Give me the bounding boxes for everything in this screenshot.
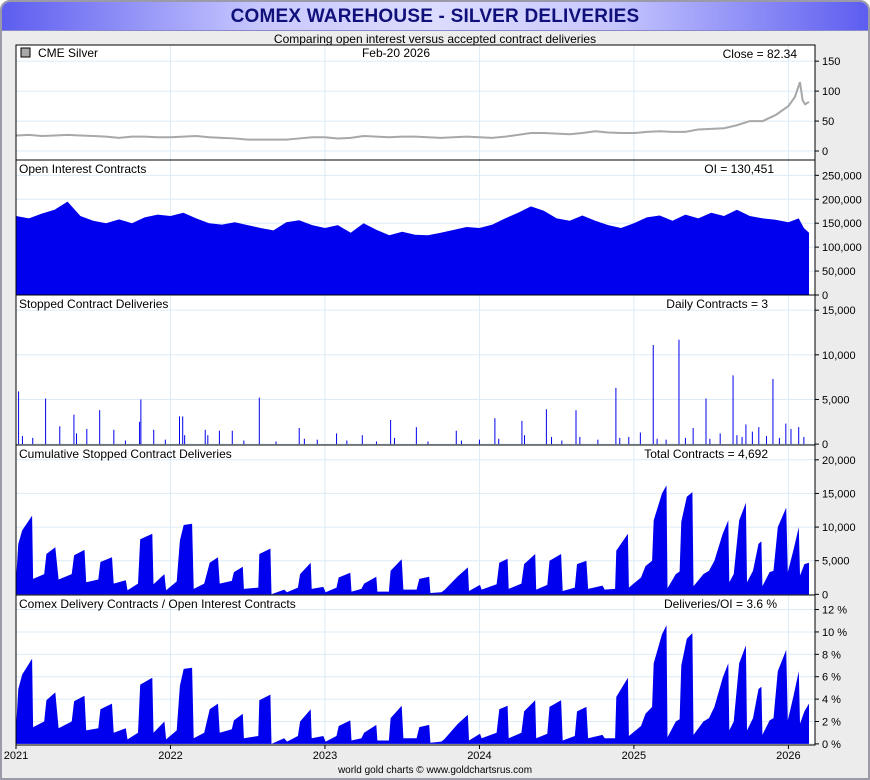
y-tick-label: 0 xyxy=(822,146,828,158)
y-tick-label: 100 xyxy=(822,86,840,98)
y-tick-label: 8 % xyxy=(822,649,841,661)
panel-title: Stopped Contract Deliveries xyxy=(19,297,168,311)
panel-title: Open Interest Contracts xyxy=(19,162,146,176)
y-tick-label: 6 % xyxy=(822,672,841,684)
y-tick-label: 0 xyxy=(822,589,828,601)
panel-value-label: OI = 130,451 xyxy=(704,162,774,176)
panel-title: Cumulative Stopped Contract Deliveries xyxy=(19,447,232,461)
y-tick-label: 50 xyxy=(822,116,834,128)
y-tick-label: 50,000 xyxy=(822,266,856,278)
y-tick-label: 250,000 xyxy=(822,170,862,182)
x-tick-label: 2021 xyxy=(4,750,28,762)
legend-label: CME Silver xyxy=(38,46,98,60)
y-tick-label: 4 % xyxy=(822,694,841,706)
y-tick-label: 12 % xyxy=(822,605,847,617)
x-tick-label: 2022 xyxy=(158,750,182,762)
panel-value-label: Daily Contracts = 3 xyxy=(666,297,768,311)
plot-background xyxy=(16,45,815,745)
y-tick-label: 150,000 xyxy=(822,218,862,230)
x-tick-label: 2026 xyxy=(776,750,800,762)
x-tick-label: 2023 xyxy=(313,750,337,762)
y-tick-label: 200,000 xyxy=(822,194,862,206)
y-tick-label: 5,000 xyxy=(822,394,850,406)
legend-swatch xyxy=(20,47,31,58)
y-tick-label: 10 % xyxy=(822,627,847,639)
date-label: Feb-20 2026 xyxy=(362,46,430,60)
y-tick-label: 15,000 xyxy=(822,305,856,317)
chart-svg: 0 50 100 150 CME Silver Feb-20 2026 Close = 82… xyxy=(4,44,862,762)
y-tick-label: 20,000 xyxy=(822,455,856,467)
panel-value-label: Total Contracts = 4,692 xyxy=(644,447,768,461)
y-tick-label: 0 xyxy=(822,439,828,451)
x-tick-label: 2024 xyxy=(467,750,491,762)
y-tick-label: 100,000 xyxy=(822,242,862,254)
y-tick-label: 15,000 xyxy=(822,488,856,500)
panel-value-label: Close = 82.34 xyxy=(723,47,798,61)
y-tick-label: 5,000 xyxy=(822,556,850,568)
x-tick-label: 2025 xyxy=(622,750,646,762)
y-tick-label: 0 xyxy=(822,290,828,302)
y-tick-label: 10,000 xyxy=(822,350,856,362)
y-tick-label: 2 % xyxy=(822,716,841,728)
y-tick-label: 0 % xyxy=(822,739,841,751)
y-tick-label: 150 xyxy=(822,56,840,68)
panel-value-label: Deliveries/OI = 3.6 % xyxy=(664,597,777,611)
y-tick-label: 10,000 xyxy=(822,522,856,534)
panel-title: Comex Delivery Contracts / Open Interest… xyxy=(19,597,296,611)
